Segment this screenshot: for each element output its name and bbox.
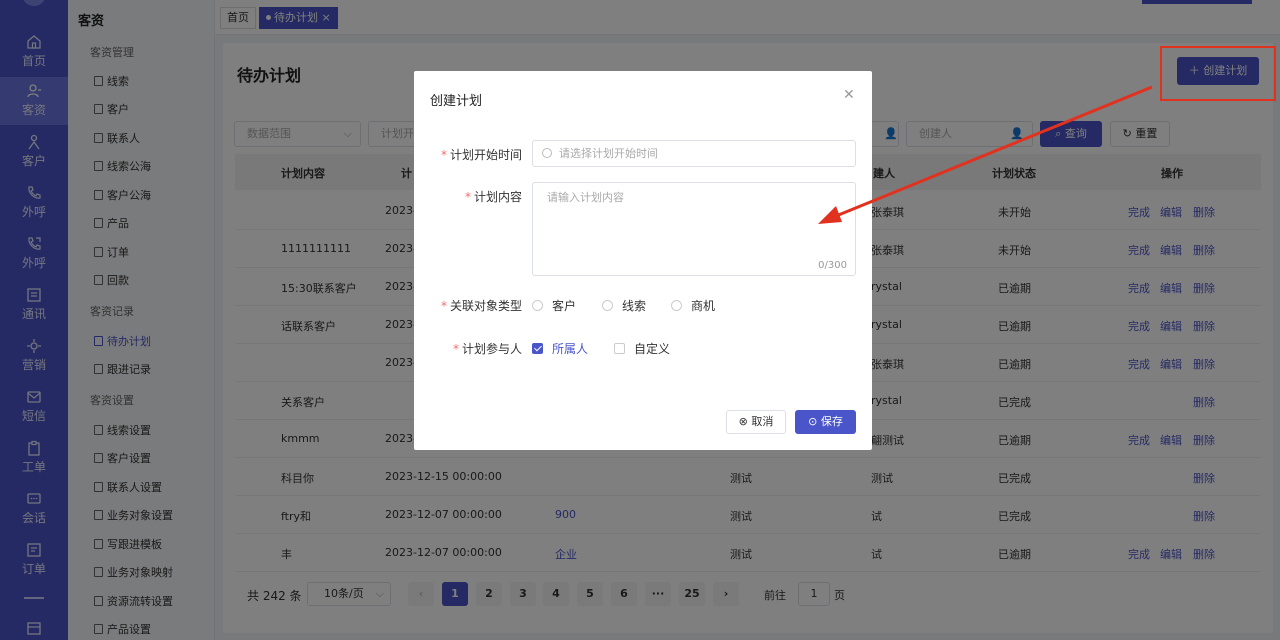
clock-icon <box>542 148 552 158</box>
cancel-button[interactable]: ⊗ 取消 <box>726 410 786 434</box>
start-time-input[interactable]: 请选择计划开始时间 <box>532 140 856 167</box>
radio-customer[interactable]: 客户 <box>532 297 576 314</box>
dialog-title: 创建计划 <box>430 94 483 109</box>
annotation-highlight-box <box>1160 46 1276 101</box>
checkbox-owner[interactable]: 所属人 <box>532 340 588 357</box>
char-counter: 0/300 <box>818 260 847 271</box>
radio-circle-icon <box>602 300 613 311</box>
start-time-label: * 计划开始时间 <box>440 148 522 162</box>
cancel-circle-icon: ⊗ <box>738 415 748 428</box>
create-plan-dialog: 创建计划 ✕ * 计划开始时间 请选择计划开始时间 * 计划内容 请输入计划内容 0/… <box>414 71 872 450</box>
check-circle-icon: ⊙ <box>808 415 818 428</box>
checkbox-checked-icon <box>532 343 543 354</box>
checkbox-custom[interactable]: 自定义 <box>614 340 670 357</box>
content-label: * 计划内容 <box>464 190 522 204</box>
checkbox-icon <box>614 343 625 354</box>
radio-opportunity[interactable]: 商机 <box>671 297 715 314</box>
radio-lead[interactable]: 线索 <box>602 297 646 314</box>
save-button[interactable]: ⊙ 保存 <box>795 410 856 434</box>
participant-label: * 计划参与人 <box>452 342 522 356</box>
content-textarea[interactable]: 请输入计划内容 0/300 <box>532 182 856 276</box>
object-type-label: * 关联对象类型 <box>440 299 522 313</box>
radio-circle-icon <box>532 300 543 311</box>
close-icon[interactable]: ✕ <box>843 87 855 103</box>
radio-circle-icon <box>671 300 682 311</box>
